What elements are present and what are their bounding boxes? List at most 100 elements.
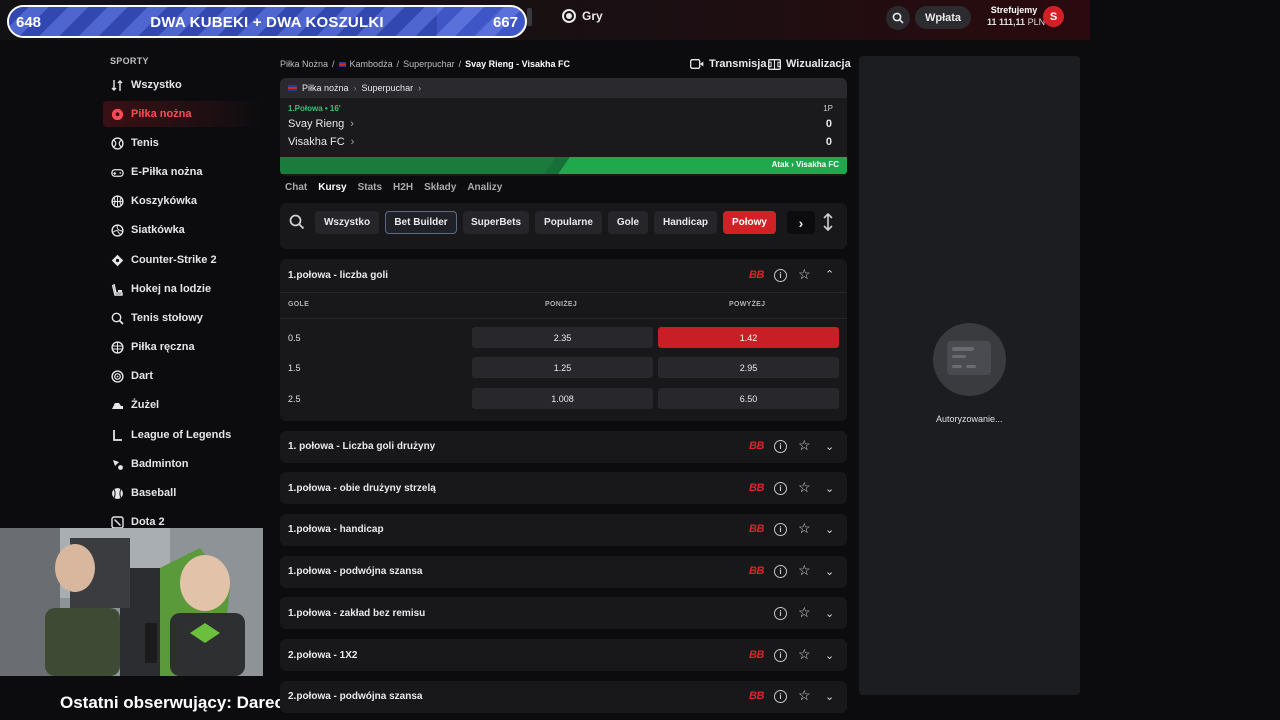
user-name: Strefujemy [990, 5, 1038, 15]
odds-button-under[interactable]: 1.25 [472, 357, 653, 378]
sidebar-item-baseball[interactable]: Baseball [103, 480, 263, 506]
sidebar-item-pilka-nozna[interactable]: Piłka nożna [103, 101, 263, 127]
odds-button-under[interactable]: 1.008 [472, 388, 653, 409]
market-title[interactable]: 2.połowa - 1X2 [288, 650, 357, 661]
sidebar-item-hokej[interactable]: Hokej na lodzie [103, 276, 263, 302]
chevron-down-icon[interactable]: ⌄ [825, 523, 834, 536]
column-header-over: POWYŻEJ [729, 301, 766, 308]
star-icon[interactable]: ☆ [798, 563, 811, 577]
goal-line: 1.5 [288, 363, 301, 373]
info-icon[interactable]: i [774, 269, 787, 282]
tab-chat[interactable]: Chat [285, 182, 307, 193]
odds-button-over-selected[interactable]: 1.42 [658, 327, 839, 348]
odds-button-over[interactable]: 2.95 [658, 357, 839, 378]
tab-kursy[interactable]: Kursy [318, 182, 346, 193]
market-title[interactable]: 1.połowa - obie drużyny strzelą [288, 483, 436, 494]
star-icon[interactable]: ☆ [798, 521, 811, 535]
market-title[interactable]: 2.połowa - podwójna szansa [288, 691, 422, 702]
market-title[interactable]: 1. połowa - Liczba goli drużyny [288, 441, 435, 452]
chevron-down-icon[interactable]: ⌄ [825, 482, 834, 495]
star-icon[interactable]: ☆ [798, 647, 811, 661]
games-label: Gry [582, 9, 603, 23]
tab-sklady[interactable]: Składy [424, 182, 456, 193]
info-icon[interactable]: i [774, 690, 787, 703]
sidebar-item-zuzel[interactable]: Żużel [103, 392, 263, 418]
match-period: 1.Połowa • 16' [288, 104, 341, 113]
star-icon[interactable]: ☆ [798, 438, 811, 452]
user-balance: 11 111,11 PLN [987, 17, 1045, 27]
sidebar-item-counter-strike[interactable]: Counter-Strike 2 [103, 247, 263, 273]
sidebar-item-pilka-reczna[interactable]: Piłka ręczna [103, 334, 263, 360]
sidebar-item-wszystko[interactable]: Wszystko [103, 72, 263, 98]
expand-collapse-toggle[interactable] [822, 212, 834, 236]
filter-gole[interactable]: Gole [608, 211, 648, 234]
sidebar-item-label: Badminton [131, 458, 189, 470]
info-icon[interactable]: i [774, 482, 787, 495]
filter-scroll-right[interactable]: › [787, 211, 815, 234]
breadcrumb-item[interactable]: Kambodża [350, 59, 393, 69]
sidebar-heading: SPORTY [110, 56, 149, 66]
match-competition[interactable]: Superpuchar [362, 83, 414, 93]
market-title[interactable]: 1.połowa - podwójna szansa [288, 566, 422, 577]
column-header-goals: GOLE [288, 301, 310, 308]
sidebar-item-label: Koszykówka [131, 195, 198, 207]
market-search-button[interactable] [289, 214, 305, 235]
tab-analizy[interactable]: Analizy [467, 182, 502, 193]
home-team[interactable]: Svay Rieng › [288, 118, 354, 130]
filter-popularne[interactable]: Popularne [535, 211, 602, 234]
filter-wszystko[interactable]: Wszystko [315, 211, 379, 234]
info-icon[interactable]: i [774, 649, 787, 662]
tab-stats[interactable]: Stats [358, 182, 382, 193]
deposit-button[interactable]: Wpłata [915, 6, 971, 29]
visualization-button[interactable]: Wizualizacja [768, 58, 851, 70]
star-icon[interactable]: ☆ [798, 605, 811, 619]
sidebar-item-tenis[interactable]: Tenis [103, 130, 263, 156]
market-title[interactable]: 1.połowa - zakład bez remisu [288, 608, 425, 619]
balance-amount: 11 111,11 [987, 17, 1026, 27]
sidebar-item-dart[interactable]: Dart [103, 363, 263, 389]
breadcrumb-item[interactable]: Piłka Nożna [280, 59, 328, 69]
attack-status: Atak › Visakha FC [771, 160, 839, 169]
filter-polowy[interactable]: Połowy [723, 211, 776, 234]
avatar[interactable]: S [1043, 6, 1064, 27]
market-title[interactable]: 1.połowa - handicap [288, 524, 384, 535]
chevron-down-icon[interactable]: ⌄ [825, 565, 834, 578]
top-search-button[interactable] [886, 6, 910, 30]
filter-handicap[interactable]: Handicap [654, 211, 717, 234]
sidebar-item-e-pilka[interactable]: E-Piłka nożna [103, 159, 263, 185]
filter-bet-builder[interactable]: Bet Builder [385, 211, 457, 234]
odds-button-under[interactable]: 2.35 [472, 327, 653, 348]
attack-momentum-bar: Atak › Visakha FC [280, 157, 847, 174]
chevron-up-icon[interactable]: ⌃ [825, 268, 834, 281]
info-icon[interactable]: i [774, 607, 787, 620]
breadcrumb-item[interactable]: Superpuchar [403, 59, 455, 69]
stream-button[interactable]: Transmisja [690, 58, 766, 70]
star-icon[interactable]: ☆ [798, 267, 811, 281]
sidebar-item-koszykowka[interactable]: Koszykówka [103, 188, 263, 214]
odds-button-over[interactable]: 6.50 [658, 388, 839, 409]
market-title[interactable]: 1.połowa - liczba goli [288, 270, 388, 281]
match-sport[interactable]: Piłka nożna [302, 83, 349, 93]
home-score: 0 [825, 118, 832, 130]
info-icon[interactable]: i [774, 565, 787, 578]
chevron-down-icon[interactable]: ⌄ [825, 690, 834, 703]
search-icon [892, 12, 904, 24]
chevron-down-icon[interactable]: ⌄ [825, 607, 834, 620]
chevron-down-icon[interactable]: ⌄ [825, 440, 834, 453]
star-icon[interactable]: ☆ [798, 688, 811, 702]
sidebar-item-label: Counter-Strike 2 [131, 254, 217, 266]
sidebar-item-badminton[interactable]: Badminton [103, 451, 263, 477]
sidebar-item-siatkowka[interactable]: Siatkówka [103, 217, 263, 243]
games-nav-link[interactable]: Gry [562, 9, 603, 23]
goal-target: 667 [492, 14, 518, 31]
sidebar-item-lol[interactable]: League of Legends [103, 422, 263, 448]
chevron-right-icon: › [418, 83, 422, 93]
away-team[interactable]: Visakha FC › [288, 136, 354, 148]
star-icon[interactable]: ☆ [798, 480, 811, 494]
info-icon[interactable]: i [774, 523, 787, 536]
filter-superbets[interactable]: SuperBets [463, 211, 529, 234]
chevron-down-icon[interactable]: ⌄ [825, 649, 834, 662]
sidebar-item-tenis-stolowy[interactable]: Tenis stołowy [103, 305, 263, 331]
info-icon[interactable]: i [774, 440, 787, 453]
tab-h2h[interactable]: H2H [393, 182, 413, 193]
